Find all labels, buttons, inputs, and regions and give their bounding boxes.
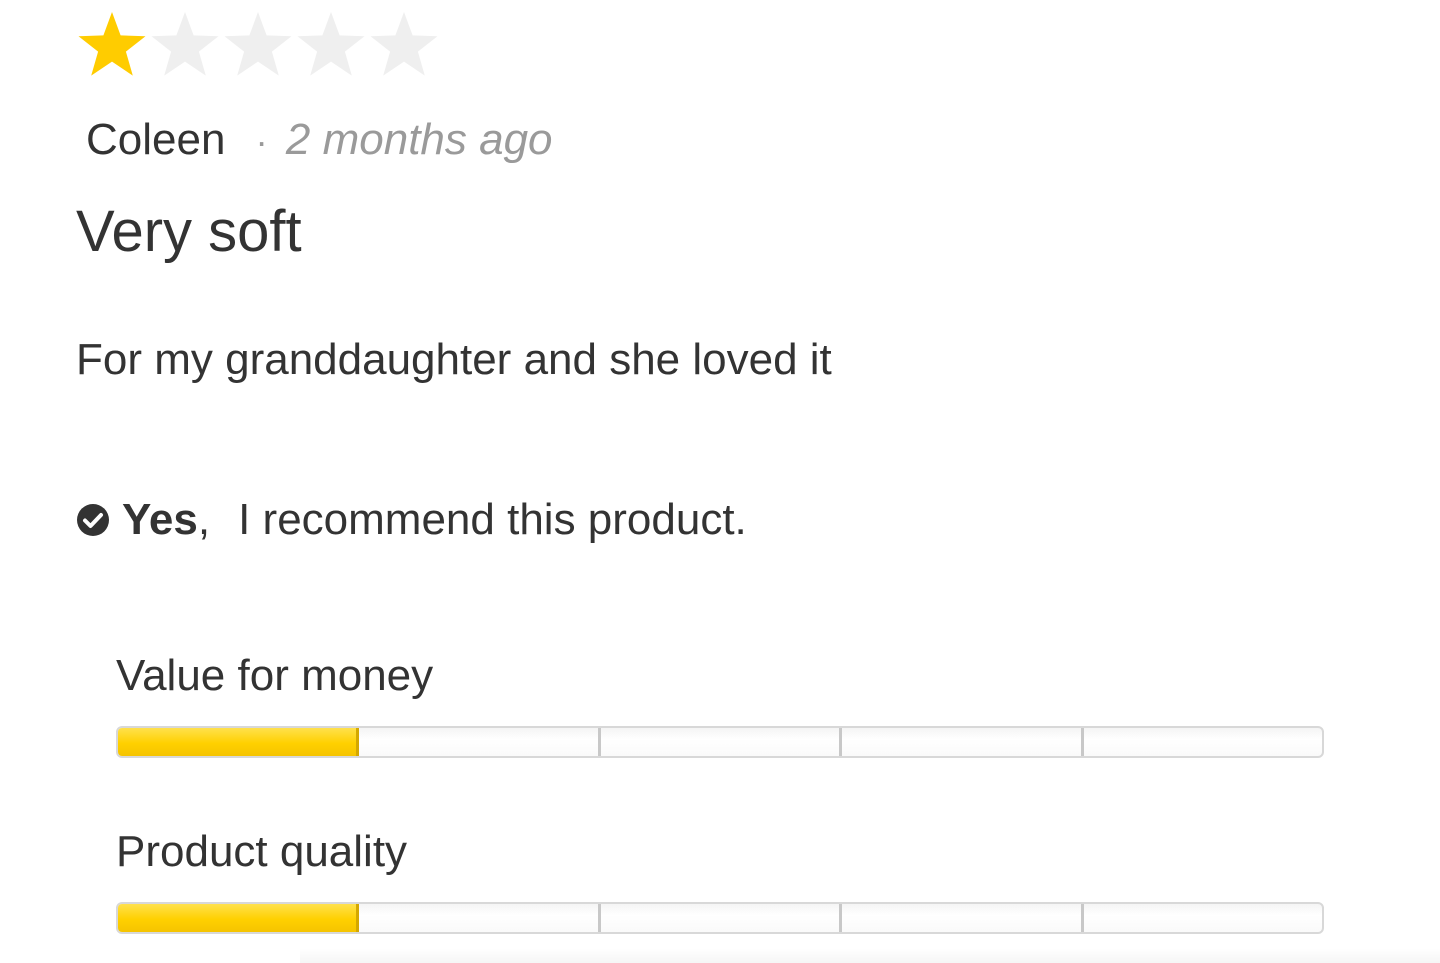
- star-empty-icon: [368, 8, 440, 80]
- bar-segment-empty: [842, 904, 1084, 932]
- recommend-yes: Yes: [122, 495, 198, 544]
- review-author: Coleen: [86, 115, 226, 164]
- star-empty-icon: [222, 8, 294, 80]
- recommend-text: I recommend this product.: [238, 495, 747, 544]
- bar-segment-empty: [1084, 728, 1322, 756]
- bar-segment-filled: [118, 728, 360, 756]
- bar-segment-empty: [359, 904, 601, 932]
- bar-segment-empty: [842, 728, 1084, 756]
- review-body: For my granddaughter and she loved it: [76, 335, 832, 384]
- check-circle-icon: [76, 503, 110, 537]
- bottom-shadow: [300, 948, 1440, 963]
- meta-separator: ·: [255, 121, 268, 162]
- recommend-comma: ,: [197, 495, 211, 544]
- bar-segment-empty: [601, 904, 843, 932]
- review-time: 2 months ago: [285, 115, 553, 164]
- review-title: Very soft: [76, 199, 302, 264]
- star-empty-icon: [149, 8, 221, 80]
- attribute-bar-value-for-money: [116, 726, 1324, 758]
- bar-segment-filled: [118, 904, 360, 932]
- star-empty-icon: [295, 8, 367, 80]
- bar-segment-empty: [1084, 904, 1322, 932]
- bar-segment-empty: [601, 728, 843, 756]
- attribute-bar-product-quality: [116, 902, 1324, 934]
- attribute-label-value-for-money: Value for money: [116, 651, 434, 700]
- review-card: Coleen · 2 months ago Very soft For my g…: [0, 0, 1440, 963]
- bar-segment-empty: [359, 728, 601, 756]
- star-rating: [76, 8, 440, 80]
- star-filled-icon: [76, 8, 148, 80]
- review-meta: Coleen · 2 months ago: [86, 112, 553, 170]
- attribute-label-product-quality: Product quality: [116, 827, 408, 876]
- recommendation: Yes , I recommend this product.: [76, 490, 747, 550]
